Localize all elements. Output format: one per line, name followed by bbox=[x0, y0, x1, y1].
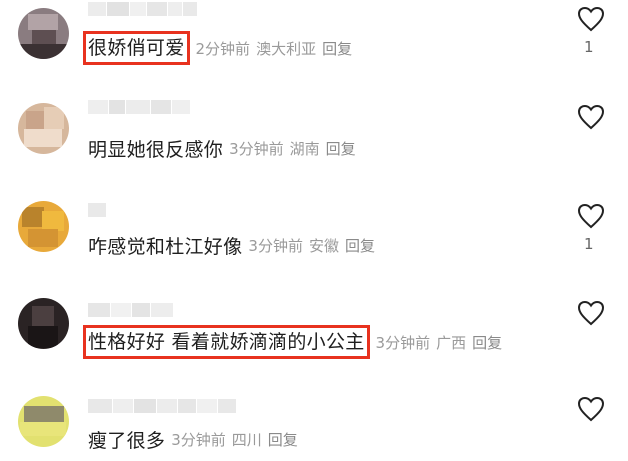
heart-outline-icon[interactable] bbox=[577, 300, 605, 326]
comment-text: 很娇俏可爱 bbox=[83, 31, 190, 65]
reply-button[interactable]: 回复 bbox=[326, 140, 356, 158]
reply-button[interactable]: 回复 bbox=[472, 334, 502, 352]
reply-button[interactable]: 回复 bbox=[268, 431, 298, 449]
comment-time: 3分钟前 bbox=[248, 236, 303, 255]
heart-outline-icon[interactable] bbox=[577, 104, 605, 130]
like-count: 1 bbox=[584, 38, 594, 56]
comment-line: 瘦了很多 3分钟前 四川 回复 bbox=[88, 424, 304, 454]
avatar[interactable] bbox=[18, 8, 69, 59]
comment-item: 明显她很反感你 3分钟前 湖南 回复 bbox=[0, 97, 628, 195]
username-blurred[interactable] bbox=[88, 399, 237, 413]
comment-item: 性格好好 看着就娇滴滴的小公主 3分钟前 广西 回复 bbox=[0, 293, 628, 391]
comment-location: 湖南 bbox=[289, 139, 320, 158]
avatar[interactable] bbox=[18, 201, 69, 252]
comment-location: 安徽 bbox=[308, 236, 339, 255]
comment-text: 瘦了很多 bbox=[88, 429, 166, 452]
comment-location: 广西 bbox=[436, 333, 467, 352]
comment-location: 澳大利亚 bbox=[256, 39, 317, 58]
comment-item: 咋感觉和杜江好像 3分钟前 安徽 回复 1 bbox=[0, 195, 628, 293]
comment-line: 咋感觉和杜江好像 3分钟前 安徽 回复 bbox=[88, 230, 381, 260]
comment-time: 2分钟前 bbox=[195, 39, 251, 58]
comment-item: 瘦了很多 3分钟前 四川 回复 bbox=[0, 391, 628, 461]
comment-line: 性格好好 看着就娇滴滴的小公主 3分钟前 广西 回复 bbox=[83, 325, 509, 359]
like-count: 1 bbox=[584, 235, 594, 253]
reply-button[interactable]: 回复 bbox=[345, 237, 375, 255]
comment-meta: 3分钟前 湖南 回复 bbox=[229, 138, 362, 159]
username-blurred[interactable] bbox=[88, 2, 198, 16]
avatar[interactable] bbox=[18, 298, 69, 349]
comment-meta: 2分钟前 澳大利亚 回复 bbox=[196, 38, 359, 59]
comment-time: 3分钟前 bbox=[171, 430, 226, 449]
reply-button[interactable]: 回复 bbox=[322, 40, 352, 58]
comment-time: 3分钟前 bbox=[229, 139, 284, 158]
comment-line: 明显她很反感你 3分钟前 湖南 回复 bbox=[88, 133, 362, 163]
comment-meta: 3分钟前 安徽 回复 bbox=[248, 235, 381, 256]
username-blurred[interactable] bbox=[88, 203, 107, 217]
comment-text: 性格好好 看着就娇滴滴的小公主 bbox=[83, 325, 370, 359]
avatar[interactable] bbox=[18, 103, 69, 154]
comment-meta: 3分钟前 四川 回复 bbox=[171, 429, 304, 450]
comment-text: 咋感觉和杜江好像 bbox=[88, 235, 243, 258]
comment-location: 四川 bbox=[231, 430, 262, 449]
heart-outline-icon[interactable] bbox=[577, 6, 605, 32]
comment-time: 3分钟前 bbox=[375, 333, 431, 352]
heart-outline-icon[interactable] bbox=[577, 396, 605, 422]
username-blurred[interactable] bbox=[88, 303, 174, 317]
comment-text: 明显她很反感你 bbox=[88, 138, 224, 161]
username-blurred[interactable] bbox=[88, 100, 191, 114]
heart-outline-icon[interactable] bbox=[577, 203, 605, 229]
comment-item: 很娇俏可爱 2分钟前 澳大利亚 回复 1 bbox=[0, 0, 628, 98]
comment-meta: 3分钟前 广西 回复 bbox=[376, 332, 509, 353]
comment-line: 很娇俏可爱 2分钟前 澳大利亚 回复 bbox=[83, 31, 359, 65]
avatar[interactable] bbox=[18, 396, 69, 447]
